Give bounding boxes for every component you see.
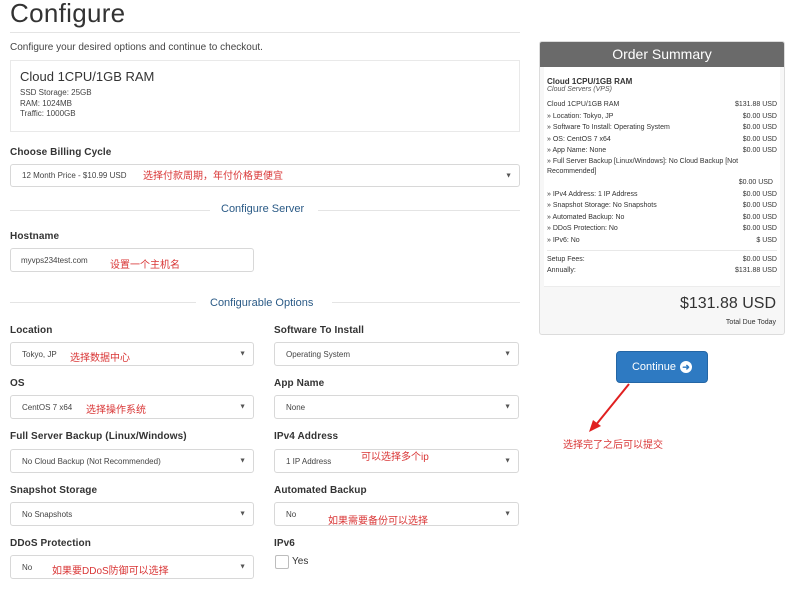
snapshot-value: No Snapshots <box>22 509 73 519</box>
section-divider-right <box>318 210 520 211</box>
summary-line: Cloud 1CPU/1GB RAM $131.88 USD <box>547 101 777 108</box>
hostname-annotation: 设置一个主机名 <box>110 260 180 271</box>
summary-line: » OS: CentOS 7 x64 $0.00 USD <box>547 135 777 143</box>
os-value: CentOS 7 x64 <box>22 402 73 412</box>
summary-divider <box>547 249 777 251</box>
os-label: OS <box>10 378 25 389</box>
summary-line: » DDoS Protection: No $0.00 USD <box>547 225 777 233</box>
location-label: Location <box>10 325 53 336</box>
location-annotation: 选择数据中心 <box>70 353 130 364</box>
summary-setup-fees: Setup Fees: $0.00 USD <box>547 255 777 263</box>
summary-product-group: Cloud Servers (VPS) <box>547 86 612 93</box>
ddos-annotation: 如果要DDoS防御可以选择 <box>52 566 169 577</box>
ddos-label: DDoS Protection <box>10 538 91 549</box>
configurable-options-heading: Configurable Options <box>210 297 314 309</box>
order-summary-panel: Order Summary Cloud 1CPU/1GB RAM Cloud S… <box>539 41 785 335</box>
continue-button[interactable]: Continue ➜ <box>616 351 708 383</box>
backup-select[interactable]: No Cloud Backup (Not Recommended) ▼ <box>10 449 254 473</box>
summary-backup-price: $0.00 USD <box>738 178 773 186</box>
ipv6-option-label: Yes <box>292 556 309 567</box>
hostname-label: Hostname <box>10 231 60 242</box>
backup-label: Full Server Backup (Linux/Windows) <box>10 431 187 442</box>
app-name-select[interactable]: None ▼ <box>274 395 519 419</box>
summary-line: » Snapshot Storage: No Snapshots $0.00 US… <box>547 202 777 210</box>
summary-product-name: Cloud 1CPU/1GB RAM <box>547 77 633 86</box>
total-due-amount: $131.88 USD <box>679 295 776 312</box>
product-spec-ram: RAM: 1024MB <box>20 98 73 108</box>
backup-value: No Cloud Backup (Not Recommended) <box>22 456 161 466</box>
arrow-right-icon: ➜ <box>680 361 693 373</box>
summary-line: » Software To Install: Operating System $… <box>547 124 777 132</box>
software-label: Software To Install <box>274 325 365 336</box>
ddos-value: No <box>22 562 33 572</box>
chevron-down-icon: ▼ <box>239 510 246 518</box>
location-value: Tokyo, JP <box>22 349 57 359</box>
auto-backup-label: Automated Backup <box>274 485 367 496</box>
configure-server-heading: Configure Server <box>221 203 305 215</box>
ipv4-label: IPv4 Address <box>274 431 339 442</box>
snapshot-label: Snapshot Storage <box>10 485 98 496</box>
continue-annotation: 选择完了之后可以提交 <box>563 440 663 451</box>
chevron-down-icon: ▼ <box>239 350 246 358</box>
ipv4-annotation: 可以选择多个ip <box>361 452 429 463</box>
product-spec-traffic: Traffic: 1000GB <box>20 109 76 118</box>
options-divider-left <box>10 302 196 303</box>
chevron-down-icon: ▼ <box>505 172 512 179</box>
ipv4-value: 1 IP Address <box>286 456 332 466</box>
summary-line: » IPv6: No $ USD <box>547 236 777 244</box>
order-summary-body: Cloud 1CPU/1GB RAM Cloud Servers (VPS) C… <box>544 67 780 287</box>
chevron-down-icon: ▼ <box>239 457 246 465</box>
software-select[interactable]: Operating System ▼ <box>274 342 519 366</box>
section-divider-left <box>10 210 210 211</box>
total-due-label: Total Due Today <box>725 319 776 326</box>
summary-annually: Annually: $131.88 USD <box>547 267 777 275</box>
summary-line: » App Name: None $0.00 USD <box>547 147 777 155</box>
product-spec-storage: SSD Storage: 25GB <box>20 88 92 97</box>
page-title: Configure <box>10 0 126 28</box>
billing-cycle-label: Choose Billing Cycle <box>10 147 112 158</box>
hostname-value: myvps234test.com <box>21 255 88 265</box>
app-name-value: None <box>286 402 306 412</box>
annotation-arrow-icon <box>589 383 630 432</box>
options-divider-right <box>332 302 520 303</box>
summary-line: » Location: Tokyo, JP $0.00 USD <box>547 112 777 120</box>
location-select[interactable]: Tokyo, JP ▼ <box>10 342 254 366</box>
summary-line: » IPv4 Address: 1 IP Address $0.00 USD <box>547 190 777 198</box>
billing-cycle-value: 12 Month Price - $10.99 USD <box>22 171 127 180</box>
page-subtitle: Configure your desired options and conti… <box>10 42 263 53</box>
os-annotation: 选择操作系统 <box>86 405 146 416</box>
continue-label: Continue <box>631 361 677 373</box>
auto-backup-value: No <box>286 509 297 519</box>
billing-annotation: 选择付款周期，年付价格更便宜 <box>143 171 283 182</box>
ipv6-checkbox[interactable] <box>275 555 289 569</box>
chevron-down-icon: ▼ <box>504 403 511 411</box>
chevron-down-icon: ▼ <box>239 563 246 571</box>
title-divider <box>10 32 520 33</box>
chevron-down-icon: ▼ <box>504 350 511 358</box>
auto-backup-annotation: 如果需要备份可以选择 <box>328 516 428 527</box>
ipv6-label: IPv6 <box>274 538 295 549</box>
summary-backup-line: » Full Server Backup [Linux/Windows]: No… <box>547 157 739 175</box>
app-name-label: App Name <box>274 378 325 389</box>
chevron-down-icon: ▼ <box>504 510 511 518</box>
chevron-down-icon: ▼ <box>504 457 511 465</box>
product-info-box: Cloud 1CPU/1GB RAM SSD Storage: 25GB RAM… <box>10 60 520 132</box>
snapshot-select[interactable]: No Snapshots ▼ <box>10 502 254 526</box>
chevron-down-icon: ▼ <box>239 403 246 411</box>
summary-line: » Automated Backup: No $0.00 USD <box>547 213 777 221</box>
software-value: Operating System <box>286 349 351 359</box>
product-name: Cloud 1CPU/1GB RAM <box>20 69 155 84</box>
order-summary-title: Order Summary <box>540 42 784 67</box>
